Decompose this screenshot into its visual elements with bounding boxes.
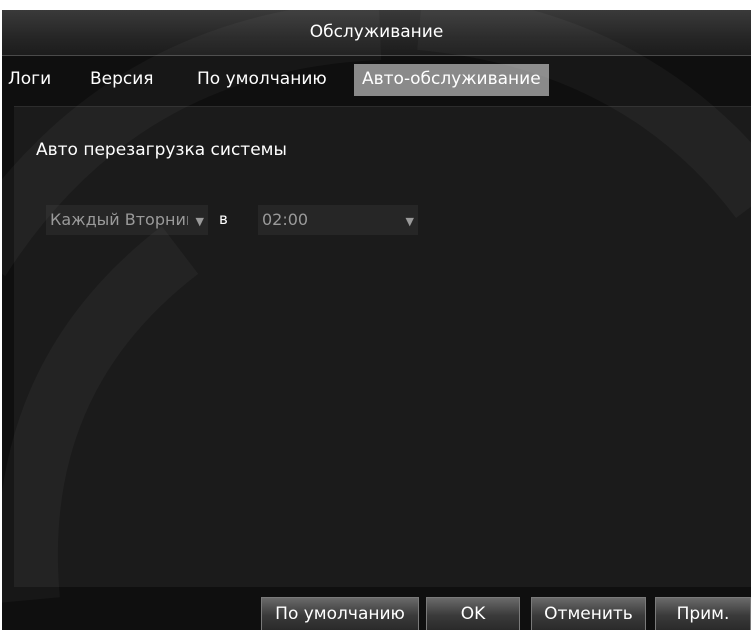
reboot-time-value: 02:00 — [262, 210, 309, 229]
reboot-day-select[interactable]: Каждый Вторник ▼ — [46, 205, 208, 235]
window-title: Обслуживание — [309, 22, 444, 42]
tab-bar: Логи Версия По умолчанию Авто-обслуживан… — [2, 64, 751, 98]
tab-version[interactable]: Версия — [90, 64, 154, 96]
cancel-button[interactable]: Отменить — [531, 597, 646, 630]
tab-content-panel — [14, 106, 751, 587]
tab-logs[interactable]: Логи — [8, 64, 51, 96]
dropdown-arrow-icon: ▼ — [195, 215, 204, 228]
tab-defaults[interactable]: По умолчанию — [197, 64, 327, 96]
at-label: в — [219, 210, 228, 228]
auto-reboot-label: Авто перезагрузка системы — [36, 140, 287, 160]
default-button[interactable]: По умолчанию — [261, 597, 419, 630]
apply-button[interactable]: Прим. — [655, 597, 751, 630]
title-bar: Обслуживание — [2, 10, 751, 56]
reboot-day-value: Каждый Вторник — [50, 210, 188, 229]
ok-button[interactable]: OK — [426, 597, 520, 630]
dropdown-arrow-icon: ▼ — [405, 215, 414, 228]
maintenance-window: Обслуживание Логи Версия По умолчанию Ав… — [2, 10, 751, 630]
reboot-time-select[interactable]: 02:00 ▼ — [258, 205, 418, 235]
tab-auto-maintenance[interactable]: Авто-обслуживание — [354, 64, 549, 96]
